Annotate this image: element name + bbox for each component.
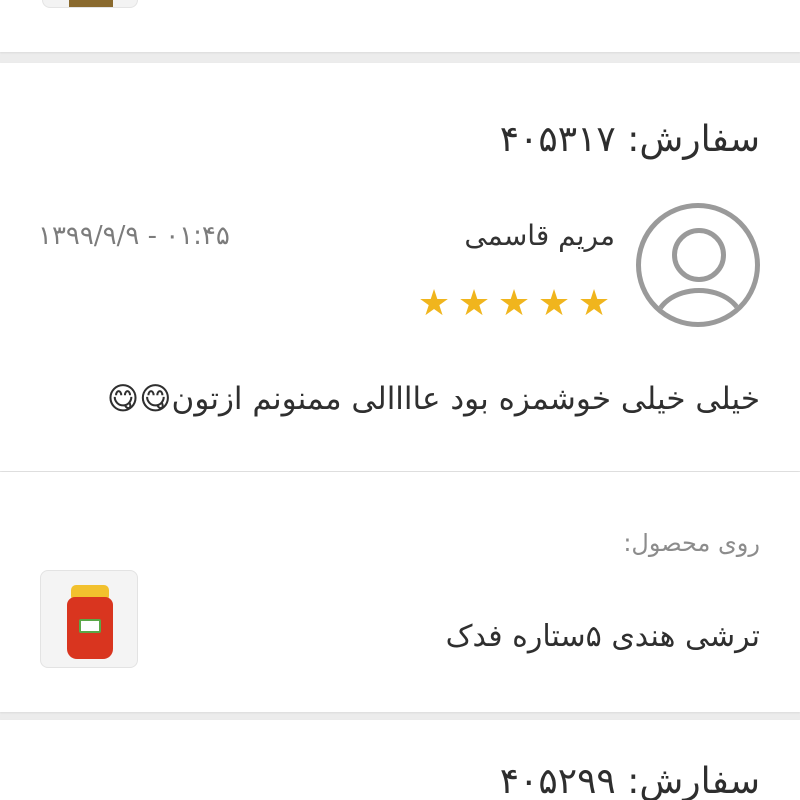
product-name-link[interactable]: ترشی هندی ۵ستاره فدک	[446, 614, 760, 660]
star-icon: ★	[577, 283, 611, 324]
avatar-shoulders-shape	[653, 288, 745, 322]
star-icon: ★	[457, 283, 491, 324]
star-icon: ★	[497, 283, 531, 324]
review-card-previous	[0, 0, 800, 52]
review-list[interactable]: سفارش: ۴۰۵۳۱۷ مریم قاسمی ★ ★ ★ ★ ★ ۱۳۹۹/…	[0, 0, 800, 800]
order-title-next: سفارش: ۴۰۵۲۹۹	[499, 761, 760, 800]
jar-lid-shape	[69, 0, 113, 7]
review-date: ۱۳۹۹/۹/۹ - ۰۱:۴۵	[38, 221, 230, 251]
reviewer-name: مریم قاسمی	[464, 219, 615, 252]
product-thumbnail[interactable]	[42, 0, 138, 8]
review-comment: خیلی خیلی خوشمزه بود عاااالی ممنونم ازتو…	[106, 381, 760, 417]
order-title: سفارش: ۴۰۵۳۱۷	[499, 119, 760, 160]
avatar-head-shape	[672, 228, 726, 282]
on-product-label: روی محصول:	[623, 529, 760, 557]
star-icon: ★	[537, 283, 571, 324]
star-rating: ★ ★ ★ ★ ★	[416, 286, 616, 326]
product-thumbnail[interactable]	[40, 570, 138, 668]
user-avatar-icon	[636, 203, 760, 327]
star-icon: ★	[417, 283, 451, 324]
jar-label-shape	[79, 619, 101, 633]
